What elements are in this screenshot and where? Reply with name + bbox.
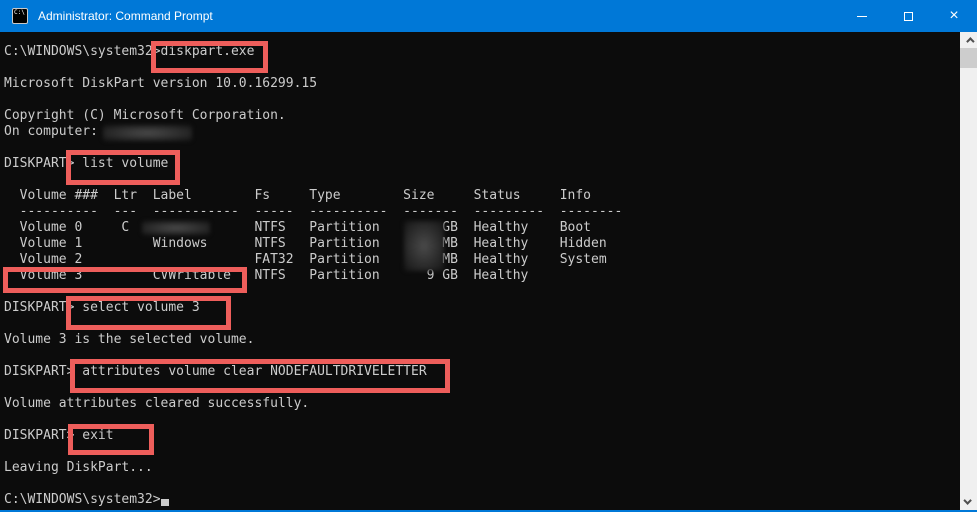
titlebar[interactable]: C:\ Administrator: Command Prompt × <box>0 0 977 32</box>
minimize-icon <box>857 16 867 17</box>
maximize-button[interactable] <box>885 0 931 32</box>
highlight-box-list-volume <box>66 150 180 185</box>
highlight-box-volume-3-row <box>3 267 247 293</box>
highlight-box-attributes-volume-clear <box>70 359 450 393</box>
vertical-scrollbar[interactable] <box>960 32 977 510</box>
cmd-icon: C:\ <box>12 8 28 24</box>
scroll-up-button[interactable] <box>960 32 977 48</box>
scrollbar-thumb[interactable] <box>960 48 977 68</box>
highlight-box-select-volume-3 <box>66 296 231 330</box>
chevron-down-icon <box>963 496 971 504</box>
chevron-up-icon <box>966 37 974 45</box>
highlight-box-exit <box>68 424 154 455</box>
close-button[interactable]: × <box>931 0 977 32</box>
close-icon: × <box>949 8 958 24</box>
scroll-down-button[interactable] <box>960 494 977 510</box>
command-prompt-window: C:\ Administrator: Command Prompt × C:\W… <box>0 0 977 512</box>
highlight-box-diskpart-exe <box>151 41 268 73</box>
redaction-volume-size-values <box>404 221 444 271</box>
redaction-volume-0-label <box>142 221 210 235</box>
cmd-icon-label: C:\ <box>14 10 25 16</box>
minimize-button[interactable] <box>839 0 885 32</box>
text-cursor <box>161 499 169 506</box>
window-controls: × <box>839 0 977 32</box>
redaction-computer-name <box>103 125 192 141</box>
maximize-icon <box>904 12 913 21</box>
window-title: Administrator: Command Prompt <box>38 9 839 23</box>
